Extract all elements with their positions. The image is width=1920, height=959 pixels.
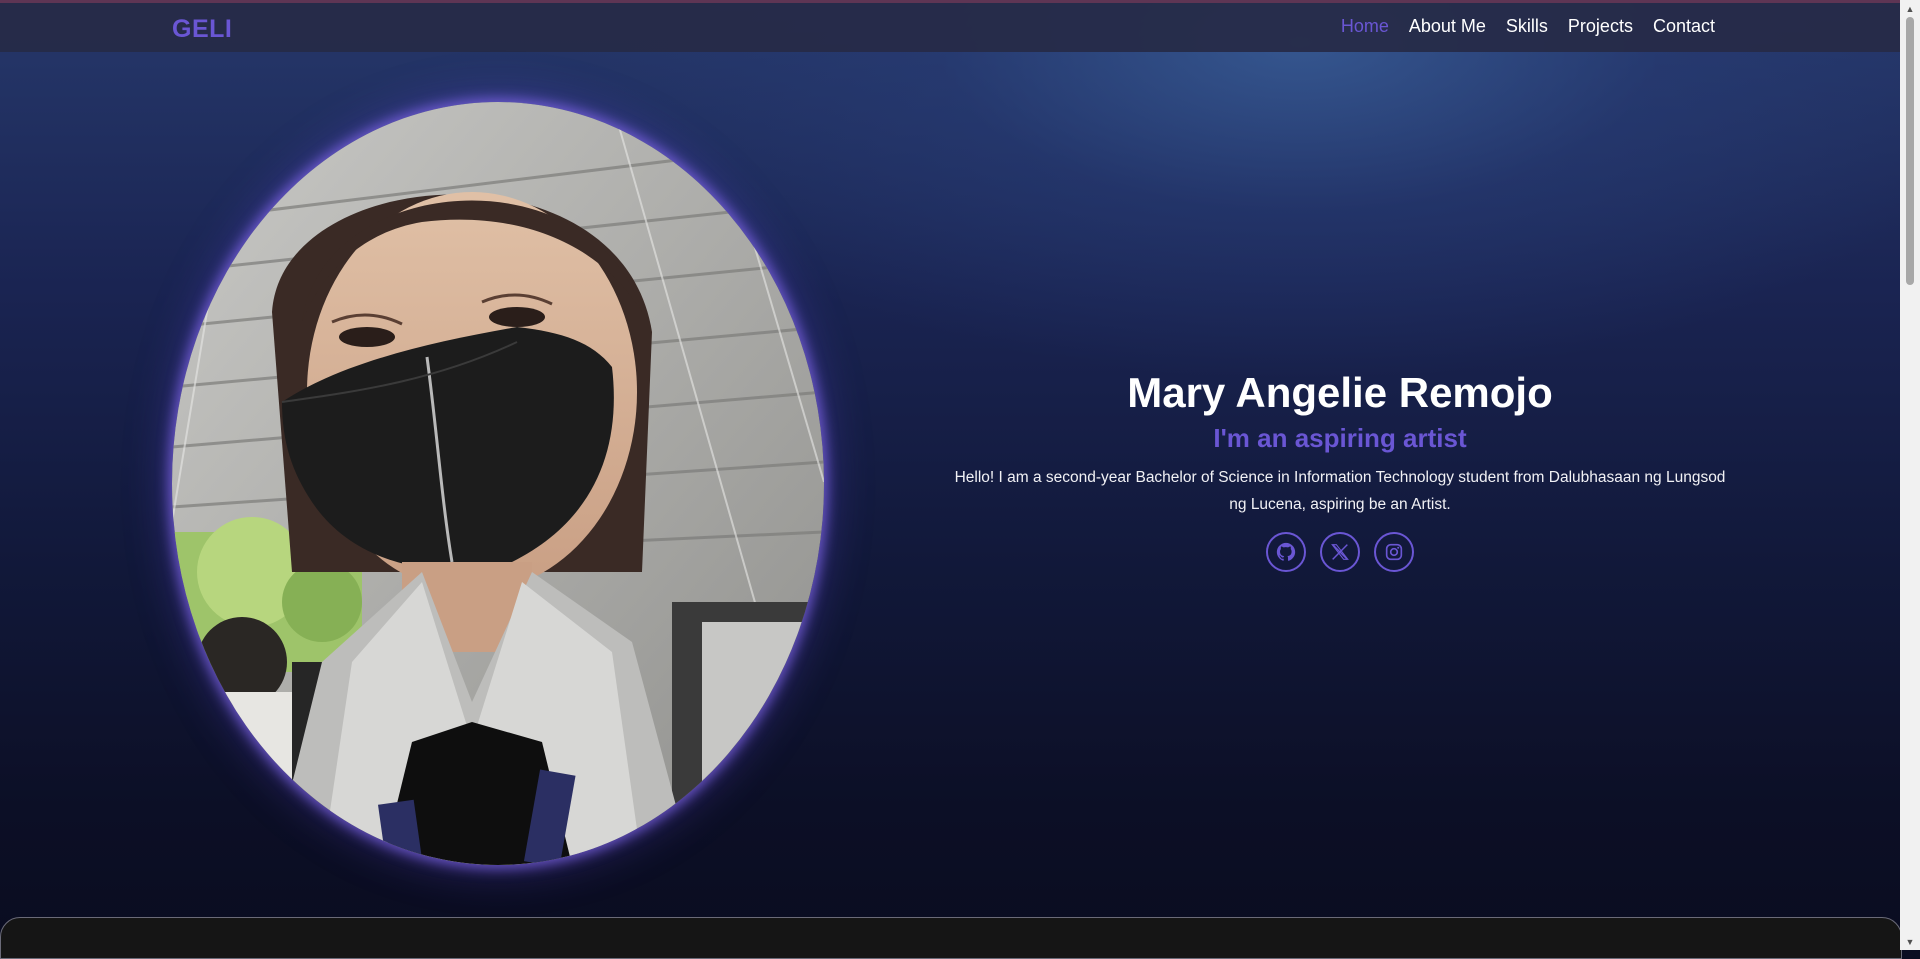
page-scrollbar[interactable]: ▲ ▼: [1900, 0, 1920, 950]
nav-link-home[interactable]: Home: [1341, 16, 1389, 37]
social-links: [950, 532, 1730, 572]
hero-tagline: I'm an aspiring artist: [1213, 423, 1467, 453]
instagram-link[interactable]: [1374, 532, 1414, 572]
scrollbar-thumb[interactable]: [1906, 17, 1914, 285]
nav-link-projects[interactable]: Projects: [1568, 16, 1633, 37]
hero-info: Mary Angelie Remojo I'm an aspiring arti…: [950, 368, 1730, 572]
github-link[interactable]: [1266, 532, 1306, 572]
profile-photo: [172, 102, 824, 865]
nav-link-skills[interactable]: Skills: [1506, 16, 1548, 37]
scroll-up-button[interactable]: ▲: [1900, 0, 1920, 17]
brand-logo[interactable]: GELI: [172, 15, 232, 44]
hero-bio: Hello! I am a second-year Bachelor of Sc…: [954, 469, 1726, 513]
next-section: [0, 917, 1902, 959]
navbar: GELI Home About Me Skills Projects Conta…: [0, 3, 1900, 52]
scroll-down-button[interactable]: ▼: [1900, 933, 1920, 950]
instagram-icon: [1385, 543, 1403, 561]
x-link[interactable]: [1320, 532, 1360, 572]
nav-links: Home About Me Skills Projects Contact: [1341, 16, 1715, 37]
hero-name: Mary Angelie Remojo: [1127, 369, 1553, 416]
nav-link-about-me[interactable]: About Me: [1409, 16, 1486, 37]
x-icon: [1331, 544, 1349, 560]
github-icon: [1276, 542, 1296, 561]
nav-link-contact[interactable]: Contact: [1653, 16, 1715, 37]
